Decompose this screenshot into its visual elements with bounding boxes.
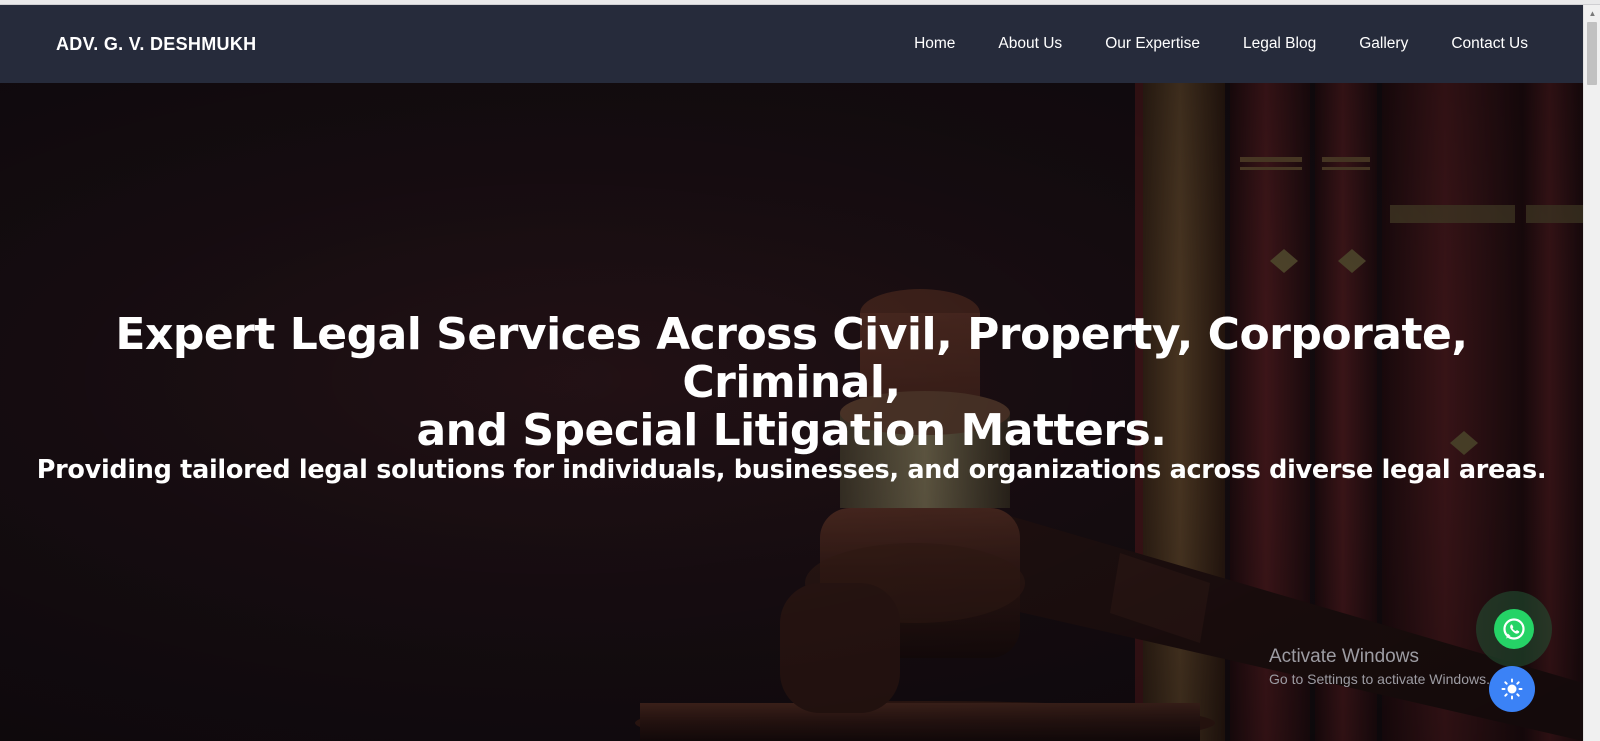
theme-toggle-button[interactable] bbox=[1489, 666, 1535, 712]
hero-title: Expert Legal Services Across Civil, Prop… bbox=[0, 311, 1583, 455]
scrollbar-thumb[interactable] bbox=[1587, 22, 1597, 85]
watermark-title: Activate Windows bbox=[1269, 646, 1419, 667]
scroll-up-arrow-icon[interactable]: ▲ bbox=[1584, 5, 1600, 22]
nav-link-home[interactable]: Home bbox=[914, 35, 955, 53]
watermark-subtitle: Go to Settings to activate Windows. bbox=[1269, 671, 1490, 687]
nav-link-legal-blog[interactable]: Legal Blog bbox=[1243, 35, 1316, 53]
whatsapp-icon bbox=[1503, 618, 1525, 640]
nav-link-contact-us[interactable]: Contact Us bbox=[1451, 35, 1528, 53]
nav-link-about-us[interactable]: About Us bbox=[998, 35, 1062, 53]
page-scrollbar[interactable]: ▲ bbox=[1583, 5, 1600, 741]
hero-title-line-1: Expert Legal Services Across Civil, Prop… bbox=[115, 309, 1468, 408]
hero-title-line-2: and Special Litigation Matters. bbox=[416, 405, 1167, 456]
hero-subtitle: Providing tailored legal solutions for i… bbox=[36, 455, 1547, 485]
navbar: ADV. G. V. DESHMUKH Home About Us Our Ex… bbox=[0, 5, 1583, 83]
whatsapp-button[interactable] bbox=[1494, 609, 1534, 649]
windows-activation-watermark: Activate Windows Go to Settings to activ… bbox=[1269, 646, 1490, 689]
hero-section: Expert Legal Services Across Civil, Prop… bbox=[0, 83, 1583, 741]
sun-icon bbox=[1501, 678, 1523, 700]
brand-logo-text[interactable]: ADV. G. V. DESHMUKH bbox=[56, 34, 256, 55]
nav-link-gallery[interactable]: Gallery bbox=[1359, 35, 1408, 53]
nav-link-our-expertise[interactable]: Our Expertise bbox=[1105, 35, 1200, 53]
main-nav: Home About Us Our Expertise Legal Blog G… bbox=[871, 35, 1528, 53]
